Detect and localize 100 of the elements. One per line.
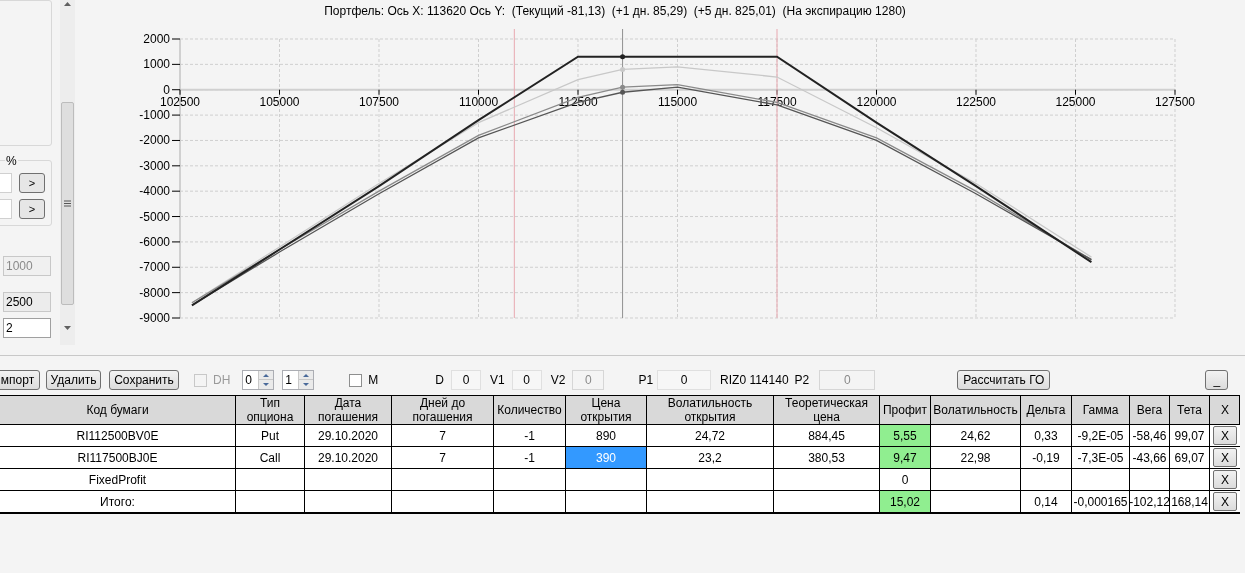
y-tick-label: -4000	[139, 184, 171, 199]
y-tick-label: -2000	[139, 133, 181, 148]
y-tick-label: 2000	[143, 32, 181, 46]
checkbox-label: M	[368, 372, 379, 389]
toolbar-button[interactable]: Сохранить	[109, 370, 179, 390]
y-tick-label: -2000	[139, 133, 171, 148]
table-cell[interactable]: 380,53	[774, 447, 880, 469]
input-field[interactable]: 0	[657, 370, 712, 390]
table-cell[interactable]: 0	[880, 469, 931, 491]
checkbox-label: DH	[213, 372, 231, 389]
y-tick-label: 1000	[143, 57, 171, 72]
x-tick-label: 125000	[1055, 89, 1096, 109]
spin-down-icon[interactable]	[259, 380, 274, 389]
toolbar-button[interactable]: мпорт	[0, 370, 40, 390]
table-cell[interactable]: Put	[236, 425, 305, 447]
table-cell[interactable]: Call	[236, 447, 305, 469]
table-cell[interactable]: 7	[392, 425, 494, 447]
table-cell[interactable]: 29.10.2020	[305, 425, 392, 447]
table-cell[interactable]: -43,66	[1130, 447, 1170, 469]
table-cell	[1130, 469, 1170, 491]
x-tick-label: 107500	[359, 89, 399, 109]
x-tick-label: 125000	[1055, 94, 1096, 109]
table-cell[interactable]: 29.10.2020	[305, 447, 392, 469]
y-tick-label: -8000	[139, 285, 171, 300]
input-field[interactable]: 0	[451, 370, 481, 390]
table-cell[interactable]: -7,3E-05	[1072, 447, 1130, 469]
arrow-button[interactable]: >	[19, 199, 45, 219]
table-cell[interactable]: 0,14	[1021, 491, 1072, 513]
table-cell[interactable]: -102,12	[1130, 491, 1170, 513]
delete-row-button[interactable]: X	[1213, 426, 1237, 445]
table-cell[interactable]: 22,98	[931, 447, 1021, 469]
y-tick-label: -7000	[139, 260, 181, 275]
table-cell[interactable]: 69,07	[1170, 447, 1210, 469]
table-cell[interactable]: 24,72	[647, 425, 774, 447]
table-cell	[494, 469, 566, 491]
table-cell[interactable]: 5,55	[880, 425, 931, 447]
table-cell[interactable]: RI117500BJ0E	[0, 447, 236, 469]
y-tick-label: 1000	[143, 57, 181, 72]
point-marker	[620, 66, 626, 72]
input-field[interactable]: 2500	[3, 292, 51, 312]
spin-down-icon[interactable]	[299, 380, 314, 389]
scrollbar[interactable]	[60, 0, 75, 345]
table-cell	[1021, 469, 1072, 491]
scroll-down-icon[interactable]	[64, 326, 71, 330]
arrow-button[interactable]: >	[19, 173, 45, 193]
field-label: P1	[638, 372, 654, 389]
x-tick-label: 122500	[956, 89, 996, 109]
table-cell[interactable]: -0,19	[1021, 447, 1072, 469]
x-tick-label: 105000	[259, 94, 300, 109]
table-cell[interactable]: 168,14	[1170, 491, 1210, 513]
y-tick-label: -4000	[139, 184, 181, 199]
scroll-up-icon[interactable]	[64, 2, 71, 6]
y-tick-label: -1000	[139, 108, 171, 123]
x-tick-label: 102500	[159, 94, 201, 109]
input-field[interactable]: 2	[3, 318, 51, 338]
table-cell[interactable]: -0,000165	[1072, 491, 1130, 513]
table-cell[interactable]: 15,02	[880, 491, 931, 513]
table-cell[interactable]: 7	[392, 447, 494, 469]
spin-up-icon[interactable]	[259, 371, 274, 380]
table-cell[interactable]: Итого:	[0, 491, 236, 513]
number-spinner[interactable]: 1	[282, 370, 315, 390]
y-tick-label: 2000	[143, 32, 171, 46]
x-tick-label: 127500	[1154, 94, 1196, 109]
x-tick-label: 115000	[657, 94, 698, 109]
checkbox[interactable]	[349, 373, 363, 387]
delete-row-button[interactable]: X	[1213, 470, 1237, 489]
toolbar-button[interactable]: _	[1205, 370, 1229, 390]
y-tick-label: -8000	[139, 285, 181, 300]
table-cell[interactable]: 23,2	[647, 447, 774, 469]
scroll-thumb[interactable]	[61, 102, 74, 305]
table-cell[interactable]: RI112500BV0E	[0, 425, 236, 447]
y-tick-label: -3000	[139, 158, 181, 173]
x-tick-label: 120000	[856, 89, 897, 109]
table-cell[interactable]: 9,47	[880, 447, 931, 469]
table-cell[interactable]: 99,07	[1170, 425, 1210, 447]
field-label: D	[435, 372, 444, 389]
delete-row-button[interactable]: X	[1213, 448, 1237, 467]
delete-row-button[interactable]: X	[1213, 492, 1237, 511]
x-tick-label: 117500	[757, 89, 797, 109]
y-tick-label: -5000	[139, 209, 171, 224]
table-cell[interactable]: -1	[494, 447, 566, 469]
table-cell[interactable]: 890	[566, 425, 647, 447]
toolbar-button[interactable]: Удалить	[46, 370, 101, 390]
table-cell[interactable]: 0,33	[1021, 425, 1072, 447]
toolbar-button[interactable]: Рассчитать ГО	[957, 370, 1051, 390]
table-cell	[1072, 469, 1130, 491]
y-tick-label: -6000	[139, 234, 171, 249]
input-field[interactable]: 0	[511, 370, 542, 390]
table-cell[interactable]: -58,46	[1130, 425, 1170, 447]
field-label: RIZ0 114140	[720, 372, 789, 389]
table-cell[interactable]: FixedProfit	[0, 469, 236, 491]
table-cell[interactable]: 24,62	[931, 425, 1021, 447]
table-cell[interactable]: -1	[494, 425, 566, 447]
spin-up-icon[interactable]	[299, 371, 314, 380]
number-spinner[interactable]: 0	[242, 370, 275, 390]
table-cell[interactable]: -9,2E-05	[1072, 425, 1130, 447]
x-tick-label: 110000	[458, 94, 499, 109]
table-cell[interactable]: 884,45	[774, 425, 880, 447]
table-cell	[236, 469, 305, 491]
y-tick-label: -7000	[139, 260, 171, 275]
